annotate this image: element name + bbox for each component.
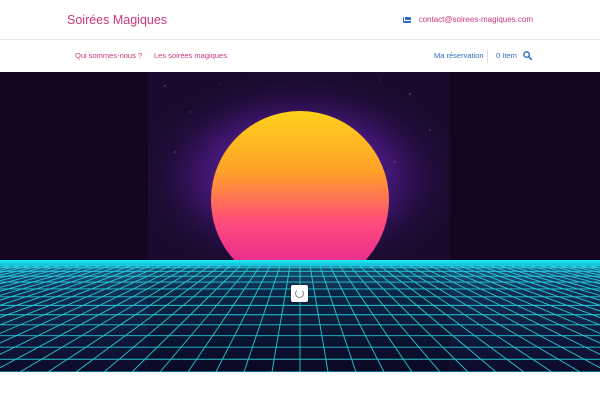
contact-email-text[interactable]: contact@soirees-magiques.com bbox=[419, 14, 533, 26]
envelope-icon bbox=[402, 17, 411, 23]
nav-item-qui-sommes-nous[interactable]: Qui sommes-nous ? bbox=[75, 51, 142, 61]
search-icon[interactable] bbox=[523, 51, 532, 60]
nav-item-ma-reservation[interactable]: Ma réservation bbox=[434, 51, 484, 61]
hero-image-synthwave-sunset bbox=[0, 72, 600, 372]
hero-banner bbox=[0, 72, 600, 372]
main-navigation: Qui sommes-nous ? Les soirées magiques M… bbox=[0, 40, 600, 72]
cart-count-link[interactable]: 0 Item bbox=[496, 51, 517, 61]
loading-spinner-icon bbox=[291, 285, 308, 302]
nav-item-les-soirees-magiques[interactable]: Les soirées magiques bbox=[154, 51, 227, 61]
page-bottom-strip bbox=[0, 372, 600, 400]
top-bar: Soirées Magiques contact@soirees-magique… bbox=[0, 0, 600, 40]
site-title[interactable]: Soirées Magiques bbox=[67, 12, 167, 28]
contact-email-link[interactable]: contact@soirees-magiques.com bbox=[402, 14, 533, 26]
nav-divider bbox=[487, 49, 488, 63]
